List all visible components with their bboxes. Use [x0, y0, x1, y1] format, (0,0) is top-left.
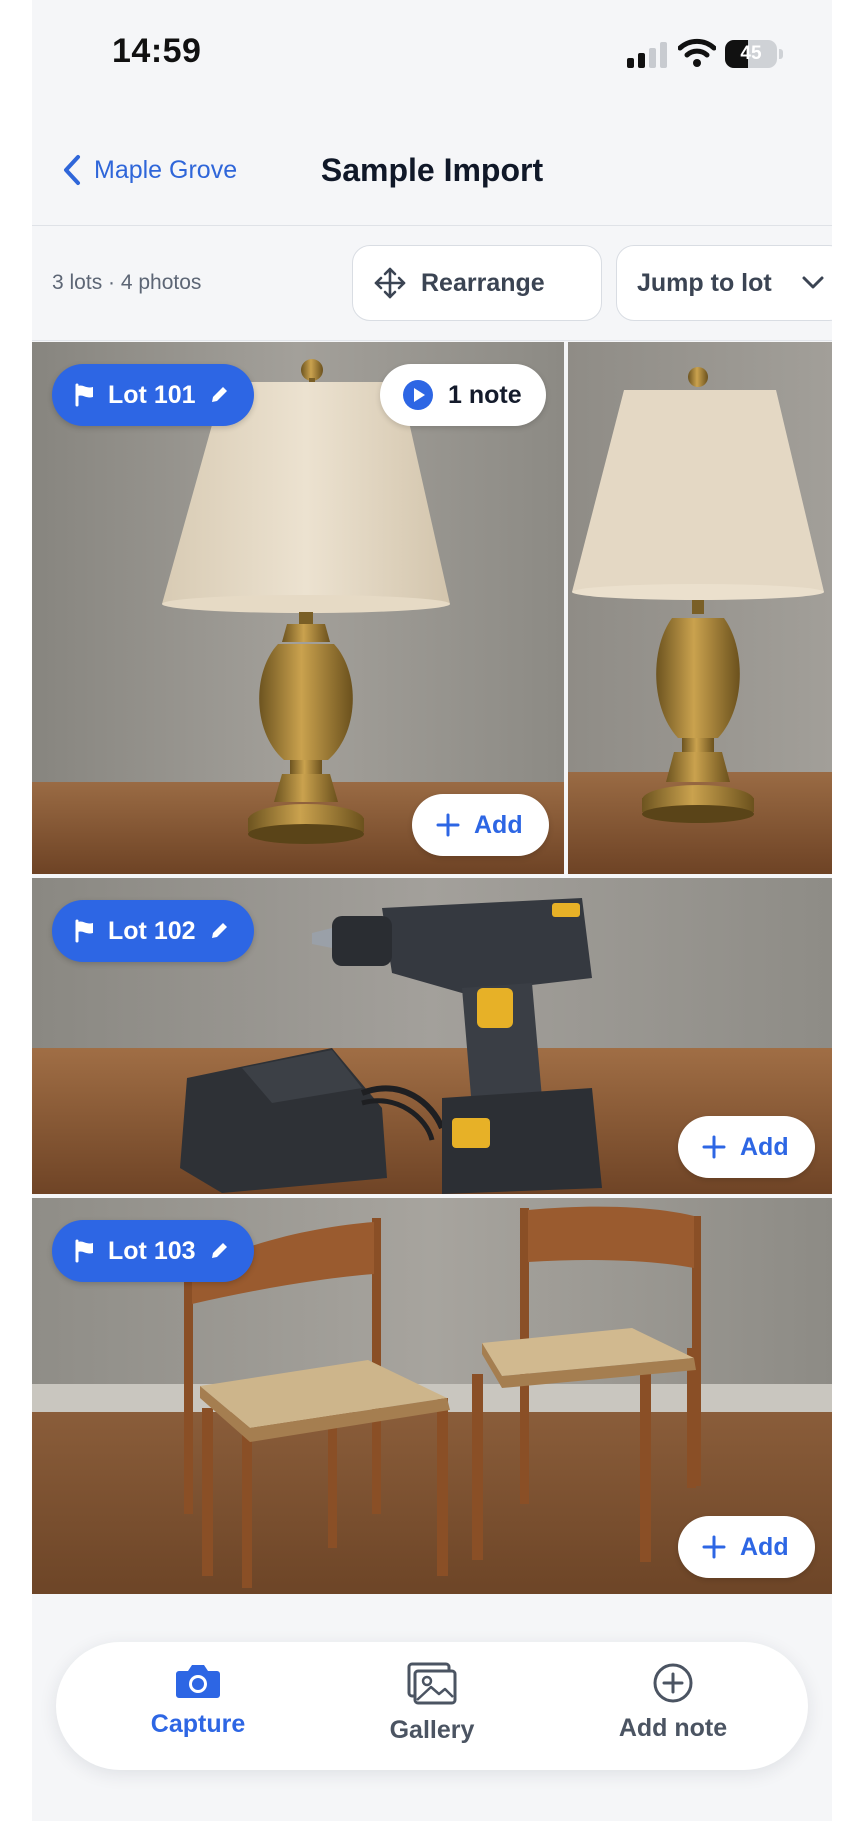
add-label: Add	[740, 1532, 789, 1561]
lot-103-tag[interactable]: Lot 103	[52, 1220, 254, 1282]
gallery-button[interactable]: Gallery	[332, 1662, 532, 1758]
lamp-photo	[568, 342, 832, 874]
gallery-label: Gallery	[389, 1716, 475, 1744]
wifi-icon	[678, 38, 716, 67]
pencil-icon	[211, 387, 227, 402]
plus-icon	[702, 1135, 726, 1159]
play-icon	[403, 380, 433, 410]
lot-102-tag[interactable]: Lot 102	[52, 900, 254, 962]
status-bar: 14:59 45	[32, 0, 832, 110]
lot-102-add-button[interactable]: Add	[678, 1116, 815, 1178]
plus-icon	[436, 813, 460, 837]
lot-photo-counts: 3 lots · 4 photos	[52, 271, 202, 294]
cellular-signal-icon	[627, 42, 667, 68]
bottom-area: Capture Gallery Add note	[32, 1600, 832, 1821]
plus-circle-icon	[653, 1663, 693, 1703]
jump-to-lot-label: Jump to lot	[637, 268, 772, 297]
add-label: Add	[474, 810, 523, 839]
phone-screen: 14:59 45 Maple Grove Sample Import 3 lot…	[32, 0, 832, 1821]
lot-101-photo-1[interactable]: Lot 101 1 note Add	[32, 342, 564, 874]
flag-icon	[75, 1239, 93, 1263]
move-icon	[374, 267, 406, 299]
lot-101-add-button[interactable]: Add	[412, 794, 549, 856]
navigation-bar: Maple Grove Sample Import	[32, 110, 832, 226]
battery-indicator: 45	[725, 40, 783, 68]
flag-icon	[75, 383, 93, 407]
lot-102-label: Lot 102	[108, 916, 196, 945]
bottom-action-bar: Capture Gallery Add note	[56, 1642, 808, 1770]
add-label: Add	[740, 1132, 789, 1161]
capture-label: Capture	[150, 1710, 246, 1738]
jump-to-lot-select[interactable]: Jump to lot	[616, 245, 832, 321]
lot-101-photo-2[interactable]	[568, 342, 832, 874]
add-note-label: Add note	[618, 1714, 728, 1742]
lot-103-photo-1[interactable]: Lot 103 Add	[32, 1198, 832, 1594]
status-time: 14:59	[112, 32, 202, 70]
capture-button[interactable]: Capture	[98, 1662, 298, 1758]
battery-percent: 45	[740, 43, 762, 64]
lot-101-tag[interactable]: Lot 101	[52, 364, 254, 426]
gallery-icon	[407, 1662, 457, 1705]
flag-icon	[75, 919, 93, 943]
pencil-icon	[211, 923, 227, 938]
add-note-button[interactable]: Add note	[573, 1662, 773, 1758]
lot-103-label: Lot 103	[108, 1236, 196, 1265]
plus-icon	[702, 1535, 726, 1559]
rearrange-label: Rearrange	[421, 268, 545, 297]
lot-102-photo-1[interactable]: Lot 102 Add	[32, 878, 832, 1194]
pencil-icon	[211, 1243, 227, 1258]
rearrange-button[interactable]: Rearrange	[352, 245, 602, 321]
lot-103-add-button[interactable]: Add	[678, 1516, 815, 1578]
chevron-down-icon	[802, 276, 824, 289]
page-title: Sample Import	[320, 152, 544, 188]
toolbar: 3 lots · 4 photos Rearrange Jump to lot	[32, 227, 832, 341]
lot-101-label: Lot 101	[108, 380, 196, 409]
note-count: 1 note	[448, 380, 522, 409]
camera-icon	[176, 1665, 220, 1698]
lot-101-note-badge[interactable]: 1 note	[380, 364, 546, 426]
